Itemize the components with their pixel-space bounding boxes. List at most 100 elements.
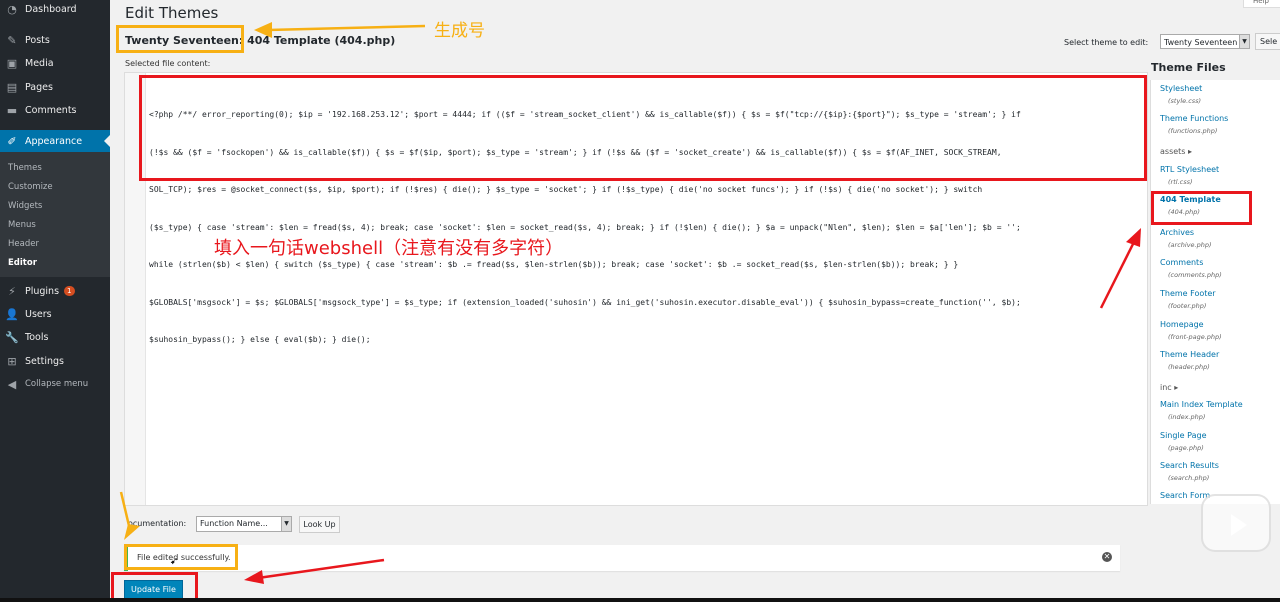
theme-files-heading: Theme Files	[1151, 61, 1226, 74]
chevron-down-icon: ▼	[1239, 35, 1249, 48]
code-line: $GLOBALS['msgsock'] = $s; $GLOBALS['msgs…	[149, 297, 1021, 307]
sidebar-item-label: Media	[25, 57, 54, 69]
tools-icon: 🔧	[5, 330, 19, 344]
theme-file-link[interactable]: Theme Header	[1160, 350, 1219, 359]
collapse-icon: ◀	[7, 377, 17, 391]
plugin-icon: ⚡	[8, 284, 16, 298]
annotation-arrow-to-update	[244, 558, 385, 584]
theme-file-filename: (index.php)	[1168, 413, 1206, 421]
theme-file-link[interactable]: Theme Functions	[1160, 114, 1228, 123]
theme-files-list: Stylesheet (style.css) Theme Functions (…	[1150, 80, 1280, 504]
theme-file-filename: (header.php)	[1168, 363, 1210, 371]
theme-file-filename: (archive.php)	[1168, 241, 1212, 249]
annotation-generated-label: 生成号	[434, 21, 485, 41]
code-line: ($s_type) { case 'stream': $len = fread(…	[149, 222, 1021, 232]
admin-sidebar: ◔ Dashboard ✎ Posts ▣ Media ▤ Pages ▬ Co…	[0, 0, 110, 602]
settings-icon: ⊞	[7, 354, 17, 368]
caret-right-icon: ▸	[1174, 383, 1179, 392]
sidebar-item-label: Appearance	[25, 135, 83, 147]
documentation-function-select[interactable]: Function Name... ▼	[196, 516, 292, 532]
annotation-404-highlight-box	[1151, 191, 1252, 225]
theme-file-filename: (search.php)	[1168, 474, 1210, 482]
video-play-icon[interactable]	[1201, 494, 1271, 552]
lookup-button[interactable]: Look Up	[299, 516, 340, 533]
page-title: Edit Themes	[125, 4, 219, 22]
sidebar-item-label: Dashboard	[25, 3, 77, 15]
users-icon: 👤	[5, 307, 19, 321]
theme-folder-label: inc	[1160, 383, 1172, 392]
theme-file-link[interactable]: Stylesheet	[1160, 84, 1202, 93]
annotation-notice-highlight-box	[124, 544, 238, 570]
doc-select-value: Function Name...	[200, 519, 268, 528]
select-theme-label: Select theme to edit:	[1064, 38, 1149, 47]
submenu-item-menus[interactable]: Menus	[8, 220, 36, 230]
annotation-fill-webshell-label: 填入一句话webshell（注意有没有多字符）	[214, 238, 564, 259]
bottom-edge-bar	[0, 598, 1280, 602]
sidebar-item-label: Posts	[25, 34, 50, 46]
pin-icon: ✎	[7, 33, 17, 47]
theme-select-value: Twenty Seventeen	[1164, 38, 1238, 47]
code-line: while (strlen($b) < $len) { switch ($s_t…	[149, 260, 959, 269]
submenu-item-header[interactable]: Header	[8, 239, 39, 249]
update-count-badge: 1	[64, 286, 75, 296]
theme-file-filename: (style.css)	[1168, 97, 1202, 105]
sidebar-item-label: Settings	[25, 355, 64, 367]
sidebar-item-label: Users	[25, 308, 52, 320]
theme-folder-inc[interactable]: inc ▸	[1160, 383, 1178, 392]
theme-select-dropdown[interactable]: Twenty Seventeen ▼	[1160, 34, 1250, 49]
theme-file-link[interactable]: Single Page	[1160, 431, 1207, 440]
help-tab[interactable]: Help	[1243, 0, 1280, 8]
sidebar-item-posts[interactable]: ✎ Posts	[0, 29, 110, 51]
dashboard-icon: ◔	[7, 2, 17, 16]
sidebar-item-pages[interactable]: ▤ Pages	[0, 76, 110, 98]
submenu-item-themes[interactable]: Themes	[8, 163, 42, 173]
theme-file-filename: (footer.php)	[1168, 302, 1207, 310]
theme-file-link[interactable]: Search Form	[1160, 491, 1210, 500]
theme-file-link[interactable]: Homepage	[1160, 320, 1204, 329]
comments-icon: ▬	[6, 103, 18, 117]
brush-icon: ✐	[7, 134, 17, 148]
mouse-cursor-icon: ➹	[170, 556, 179, 567]
sidebar-item-label: Tools	[25, 331, 49, 343]
code-line: SOL_TCP); $res = @socket_connect($s, $ip…	[149, 185, 983, 194]
annotation-title-highlight-box	[116, 25, 244, 53]
sidebar-item-settings[interactable]: ⊞ Settings	[0, 350, 110, 372]
sidebar-item-appearance[interactable]: ✐ Appearance	[0, 130, 110, 152]
theme-file-link[interactable]: Search Results	[1160, 461, 1219, 470]
theme-file-filename: (functions.php)	[1168, 127, 1218, 135]
caret-right-icon: ▸	[1188, 147, 1193, 156]
sidebar-item-label: Plugins	[25, 285, 60, 297]
annotation-arrow-to-404	[1099, 228, 1141, 309]
dismiss-icon[interactable]: ✕	[1102, 552, 1112, 562]
play-triangle-icon	[1231, 514, 1247, 536]
theme-file-filename: (front-page.php)	[1168, 333, 1222, 341]
sidebar-collapse-menu[interactable]: ◀ Collapse menu	[0, 373, 110, 395]
theme-folder-assets[interactable]: assets ▸	[1160, 147, 1192, 156]
annotation-arrow-to-notice	[119, 491, 140, 540]
theme-file-link[interactable]: Comments	[1160, 258, 1203, 267]
select-theme-button[interactable]: Sele	[1255, 33, 1280, 50]
annotation-arrow-to-title	[254, 22, 426, 38]
selected-file-content-label: Selected file content:	[125, 59, 211, 68]
sidebar-item-comments[interactable]: ▬ Comments	[0, 99, 110, 121]
sidebar-item-plugins[interactable]: ⚡ Plugins 1	[0, 280, 110, 302]
sidebar-item-dashboard[interactable]: ◔ Dashboard	[0, 0, 110, 20]
theme-folder-label: assets	[1160, 147, 1186, 156]
pages-icon: ▤	[6, 80, 18, 94]
media-icon: ▣	[6, 56, 18, 70]
theme-file-link[interactable]: Archives	[1160, 228, 1194, 237]
theme-file-filename: (comments.php)	[1168, 271, 1222, 279]
sidebar-item-media[interactable]: ▣ Media	[0, 52, 110, 74]
chevron-down-icon: ▼	[281, 517, 291, 531]
sidebar-item-label: Pages	[25, 81, 53, 93]
appearance-submenu: Themes Customize Widgets Menus Header Ed…	[0, 152, 110, 277]
sidebar-item-label: Collapse menu	[25, 379, 89, 389]
submenu-item-editor[interactable]: Editor	[8, 258, 37, 268]
sidebar-item-users[interactable]: 👤 Users	[0, 303, 110, 325]
theme-file-link[interactable]: Theme Footer	[1160, 289, 1216, 298]
submenu-item-widgets[interactable]: Widgets	[8, 201, 42, 211]
theme-file-link[interactable]: RTL Stylesheet	[1160, 165, 1219, 174]
sidebar-item-tools[interactable]: 🔧 Tools	[0, 326, 110, 348]
theme-file-link[interactable]: Main Index Template	[1160, 400, 1243, 409]
submenu-item-customize[interactable]: Customize	[8, 182, 53, 192]
